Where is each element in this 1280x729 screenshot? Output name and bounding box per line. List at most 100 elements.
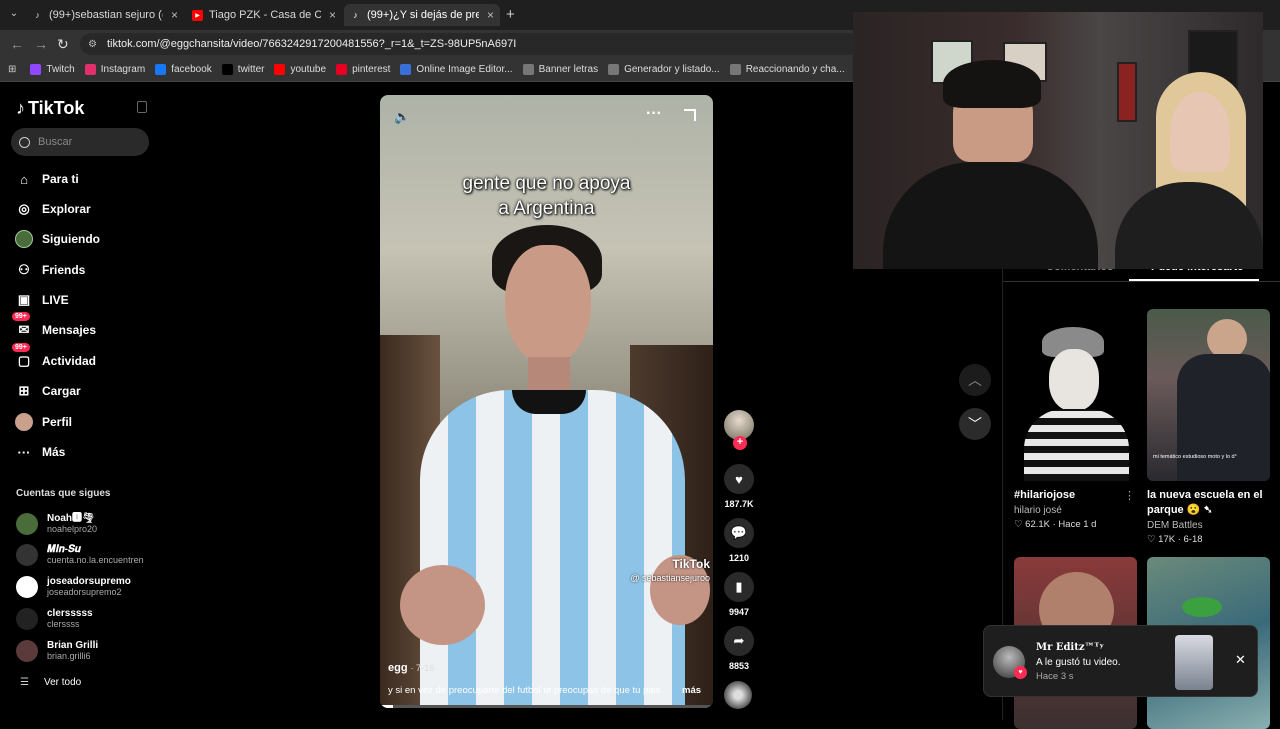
save-button[interactable]: ▮ 9947 — [722, 572, 756, 617]
tab-title: Tiago PZK - Casa de Chapa (Vid... — [209, 9, 321, 21]
account-handle: noahelpro20 — [47, 524, 98, 534]
close-tab-icon[interactable]: × — [329, 8, 336, 22]
bookmark-item[interactable]: Twitch — [30, 64, 75, 75]
more-options-icon[interactable]: ··· — [646, 105, 662, 123]
next-video-button[interactable]: ﹀ — [959, 408, 991, 440]
sidebar-item-más[interactable]: ··· Más — [15, 440, 66, 464]
previous-video-button[interactable]: ︿ — [959, 364, 991, 396]
url-input[interactable]: ⚙ tiktok.com/@eggchansita/video/76632429… — [80, 33, 860, 55]
browser-tab-3[interactable]: ♪ (99+)¿Y si dejás de preocuparte... × — [344, 4, 500, 26]
bookmark-favicon-icon — [522, 64, 534, 75]
sidebar-item-actividad[interactable]: ▢ 99+ Actividad — [12, 343, 96, 373]
bookmark-item[interactable]: youtube — [274, 64, 326, 75]
card-user[interactable]: DEM Battles — [1147, 520, 1270, 531]
tab-search-button[interactable]: ⌄ — [6, 6, 22, 22]
bookmark-label: Twitch — [46, 64, 75, 75]
card-meta: ♡ 17K · 6-18 — [1147, 534, 1203, 545]
share-icon: ➦ — [724, 626, 754, 656]
sidebar-item-label: Siguiendo — [42, 232, 100, 246]
video-progress-bar[interactable] — [380, 705, 713, 708]
close-tab-icon[interactable]: × — [171, 8, 178, 22]
sidebar-item-friends[interactable]: ⚇ Friends — [15, 258, 85, 282]
suggested-video-card[interactable]: #hilariojose hilario josé ♡ 62.1K · Hace… — [1014, 309, 1137, 530]
notification-message: A le gustó tu video. — [1036, 657, 1121, 668]
notification-time: Hace 3 s — [1036, 671, 1074, 682]
bookmark-item[interactable]: facebook — [155, 64, 212, 75]
close-icon[interactable]: ✕ — [1235, 652, 1246, 668]
see-all-label: Ver todo — [43, 677, 82, 688]
search-placeholder: Buscar — [38, 136, 73, 148]
sidebar-item-siguiendo[interactable]: Siguiendo — [15, 227, 100, 251]
followed-account[interactable]: clersssss clerssss — [16, 604, 93, 634]
collapse-sidebar-icon[interactable] — [137, 101, 147, 113]
account-handle: cuenta.no.la.encuentren — [47, 555, 144, 565]
browser-tab-1[interactable]: ♪ (99+)sebastian sejuro (@sebastian... × — [26, 4, 184, 26]
see-all-button[interactable]: ☰ Ver todo — [20, 677, 81, 688]
streamer-hair — [943, 60, 1041, 108]
video-player[interactable]: gente que no apoya a Argentina 🔈 ··· Tik… — [380, 95, 713, 708]
progress-fill — [380, 705, 394, 708]
like-button[interactable]: ♥ 187.7K — [722, 464, 756, 509]
chevron-up-icon: ︿ — [968, 372, 982, 388]
bookmark-label: twitter — [237, 64, 265, 75]
bookmark-favicon-icon — [336, 64, 348, 75]
video-thumbnail[interactable] — [1014, 309, 1137, 481]
caption-line: gente que no apoya — [462, 173, 631, 194]
search-icon — [19, 136, 30, 148]
avatar — [16, 513, 38, 535]
volume-icon[interactable]: 🔈 — [394, 109, 410, 125]
card-title: #hilariojose — [1014, 489, 1076, 501]
video-author[interactable]: egg · 7-16 — [388, 662, 434, 674]
browser-tab-2[interactable]: ▶ Tiago PZK - Casa de Chapa (Vid... × — [186, 4, 342, 26]
bookmark-item[interactable]: pinterest — [336, 64, 390, 75]
search-input[interactable]: Buscar — [11, 128, 149, 156]
follow-button[interactable]: + — [733, 436, 747, 450]
followed-account[interactable]: Brian Grilli brian.grilli6 — [16, 636, 98, 666]
sidebar-item-label: LIVE — [42, 293, 69, 307]
followed-account[interactable]: 𝑴𝒊𝒏-𝑺𝒖 cuenta.no.la.encuentren — [16, 540, 144, 570]
expand-description-button[interactable]: más — [682, 685, 701, 696]
card-meta: ♡ 62.1K · Hace 1 d — [1014, 519, 1097, 530]
suggested-video-card[interactable]: mi temático estudioso moto y lo d° la nu… — [1147, 309, 1270, 545]
bookmark-favicon-icon — [729, 64, 741, 75]
bookmark-item[interactable]: Generador y listado... — [608, 64, 720, 75]
video-description: y si en vez de preocuparte del futbol te… — [388, 685, 661, 696]
notification-toast[interactable]: ♥ Mr Editz™ᵁʸ A le gustó tu video. Hace … — [983, 625, 1258, 697]
bookmark-item[interactable]: Instagram — [84, 64, 145, 75]
bookmark-item[interactable]: twitter — [221, 64, 265, 75]
tiktok-icon: ♪ — [353, 10, 358, 20]
sidebar-item-perfil[interactable]: Perfil — [15, 410, 72, 434]
reload-icon[interactable]: ↻ — [57, 36, 69, 53]
sidebar-item-explorar[interactable]: ◎ Explorar — [15, 197, 90, 221]
close-tab-icon[interactable]: × — [487, 8, 494, 22]
card-user[interactable]: hilario josé — [1014, 505, 1137, 516]
tiktok-logo[interactable]: ♪ TikTok — [16, 98, 84, 119]
music-disc-icon[interactable] — [724, 681, 752, 709]
tab-title: (99+)sebastian sejuro (@sebastian... — [49, 9, 163, 21]
new-tab-button[interactable]: + — [506, 6, 515, 23]
account-name: joseadorsupremo — [47, 576, 131, 587]
compass-icon: ◎ — [18, 201, 30, 216]
sidebar-item-live[interactable]: ▣ LIVE — [15, 288, 69, 312]
forward-icon[interactable]: → — [34, 36, 48, 52]
share-button[interactable]: ➦ 8853 — [722, 626, 756, 671]
comment-button[interactable]: 💬 1210 — [722, 518, 756, 563]
apps-icon[interactable]: ⊞ — [8, 64, 16, 75]
back-icon[interactable]: ← — [10, 36, 24, 52]
notification-thumbnail[interactable] — [1175, 635, 1213, 690]
followed-account[interactable]: joseadorsupremo joseadorsupremo2 — [16, 572, 131, 602]
bookmark-item[interactable]: Online Image Editor... — [400, 64, 513, 75]
sidebar-item-mensajes[interactable]: ✉ 99+ Mensajes — [12, 312, 96, 342]
site-info-icon[interactable]: ⚙ — [88, 39, 97, 50]
sidebar-item-cargar[interactable]: ⊞ Cargar — [15, 379, 81, 403]
account-handle: joseadorsupremo2 — [47, 587, 122, 597]
video-thumbnail[interactable]: mi temático estudioso moto y lo d° — [1147, 309, 1270, 481]
video-subject-jersey — [420, 390, 685, 708]
fullscreen-icon[interactable] — [684, 109, 696, 121]
bookmark-item[interactable]: Reaccionando y cha... — [729, 64, 845, 75]
followed-account[interactable]: Noah🅸🌪 noahelpro20 — [16, 509, 97, 539]
card-more-icon[interactable]: ⋮ — [1124, 489, 1135, 502]
bookmark-item[interactable]: Banner letras — [522, 64, 598, 75]
thumb-jacket — [1177, 354, 1270, 481]
sidebar-item-para-ti[interactable]: ⌂ Para ti — [15, 167, 79, 191]
